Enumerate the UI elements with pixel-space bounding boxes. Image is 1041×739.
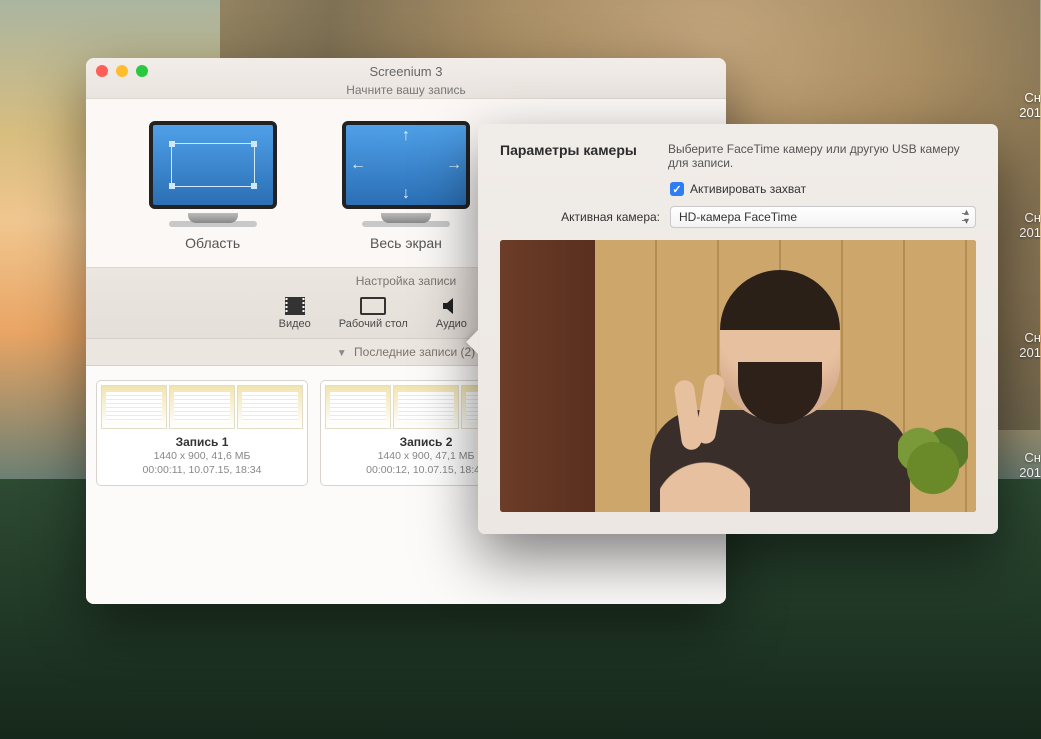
film-icon <box>279 294 311 318</box>
tab-audio-label: Аудио <box>436 318 467 330</box>
popover-description: Выберите FaceTime камеру или другую USB … <box>668 142 976 170</box>
camera-settings-popover: Параметры камеры Выберите FaceTime камер… <box>478 124 998 534</box>
recording-card[interactable]: Запись 1 1440 x 900, 41,6 МБ 00:00:11, 1… <box>96 380 308 486</box>
tab-audio[interactable]: Аудио <box>436 294 467 330</box>
maximize-button[interactable] <box>136 65 148 77</box>
tab-video-label: Видео <box>279 318 311 330</box>
window-title: Screenium 3 <box>86 58 726 83</box>
checkbox-checked-icon[interactable]: ✓ <box>670 182 684 196</box>
tab-desktop[interactable]: Рабочий стол <box>339 294 408 330</box>
activate-capture-label: Активировать захват <box>690 182 806 196</box>
monitor-icon <box>149 121 277 209</box>
recording-name: Запись 1 <box>101 435 303 449</box>
tab-video[interactable]: Видео <box>279 294 311 330</box>
recording-meta: 1440 x 900, 41,6 МБ <box>101 449 303 463</box>
mode-fullscreen-label: Весь экран <box>321 235 491 251</box>
tab-desktop-label: Рабочий стол <box>339 318 408 330</box>
mode-fullscreen[interactable]: ←→↑↓ Весь экран <box>321 121 491 251</box>
desktop-icon <box>339 294 408 318</box>
speaker-icon <box>436 294 467 318</box>
camera-preview <box>500 240 976 512</box>
recording-thumbnails <box>101 385 303 429</box>
monitor-icon: ←→↑↓ <box>342 121 470 209</box>
window-subtitle: Начните вашу запись <box>86 83 726 99</box>
window-controls <box>96 65 148 77</box>
popover-title: Параметры камеры <box>500 142 650 158</box>
titlebar[interactable]: Screenium 3 Начните вашу запись <box>86 58 726 99</box>
mode-area[interactable]: Область <box>128 121 298 251</box>
person-icon <box>650 270 910 510</box>
active-camera-dropdown[interactable]: HD-камера FaceTime ▴▾ <box>670 206 976 228</box>
recording-meta: 00:00:11, 10.07.15, 18:34 <box>101 463 303 477</box>
active-camera-value: HD-камера FaceTime <box>679 210 797 224</box>
desktop-wallpaper: Сн201 Сн201 Сн201 Сн201 Screenium 3 Начн… <box>0 0 1041 739</box>
active-camera-label: Активная камера: <box>500 210 660 224</box>
desktop-right-labels: Сн201 Сн201 Сн201 Сн201 <box>1019 0 1041 480</box>
activate-capture-checkbox-row[interactable]: ✓ Активировать захват <box>670 182 976 196</box>
minimize-button[interactable] <box>116 65 128 77</box>
disclosure-triangle-icon: ▼ <box>337 348 347 359</box>
recent-header-label: Последние записи (2) <box>354 345 475 359</box>
mode-area-label: Область <box>128 235 298 251</box>
close-button[interactable] <box>96 65 108 77</box>
chevron-updown-icon: ▴▾ <box>964 208 969 226</box>
